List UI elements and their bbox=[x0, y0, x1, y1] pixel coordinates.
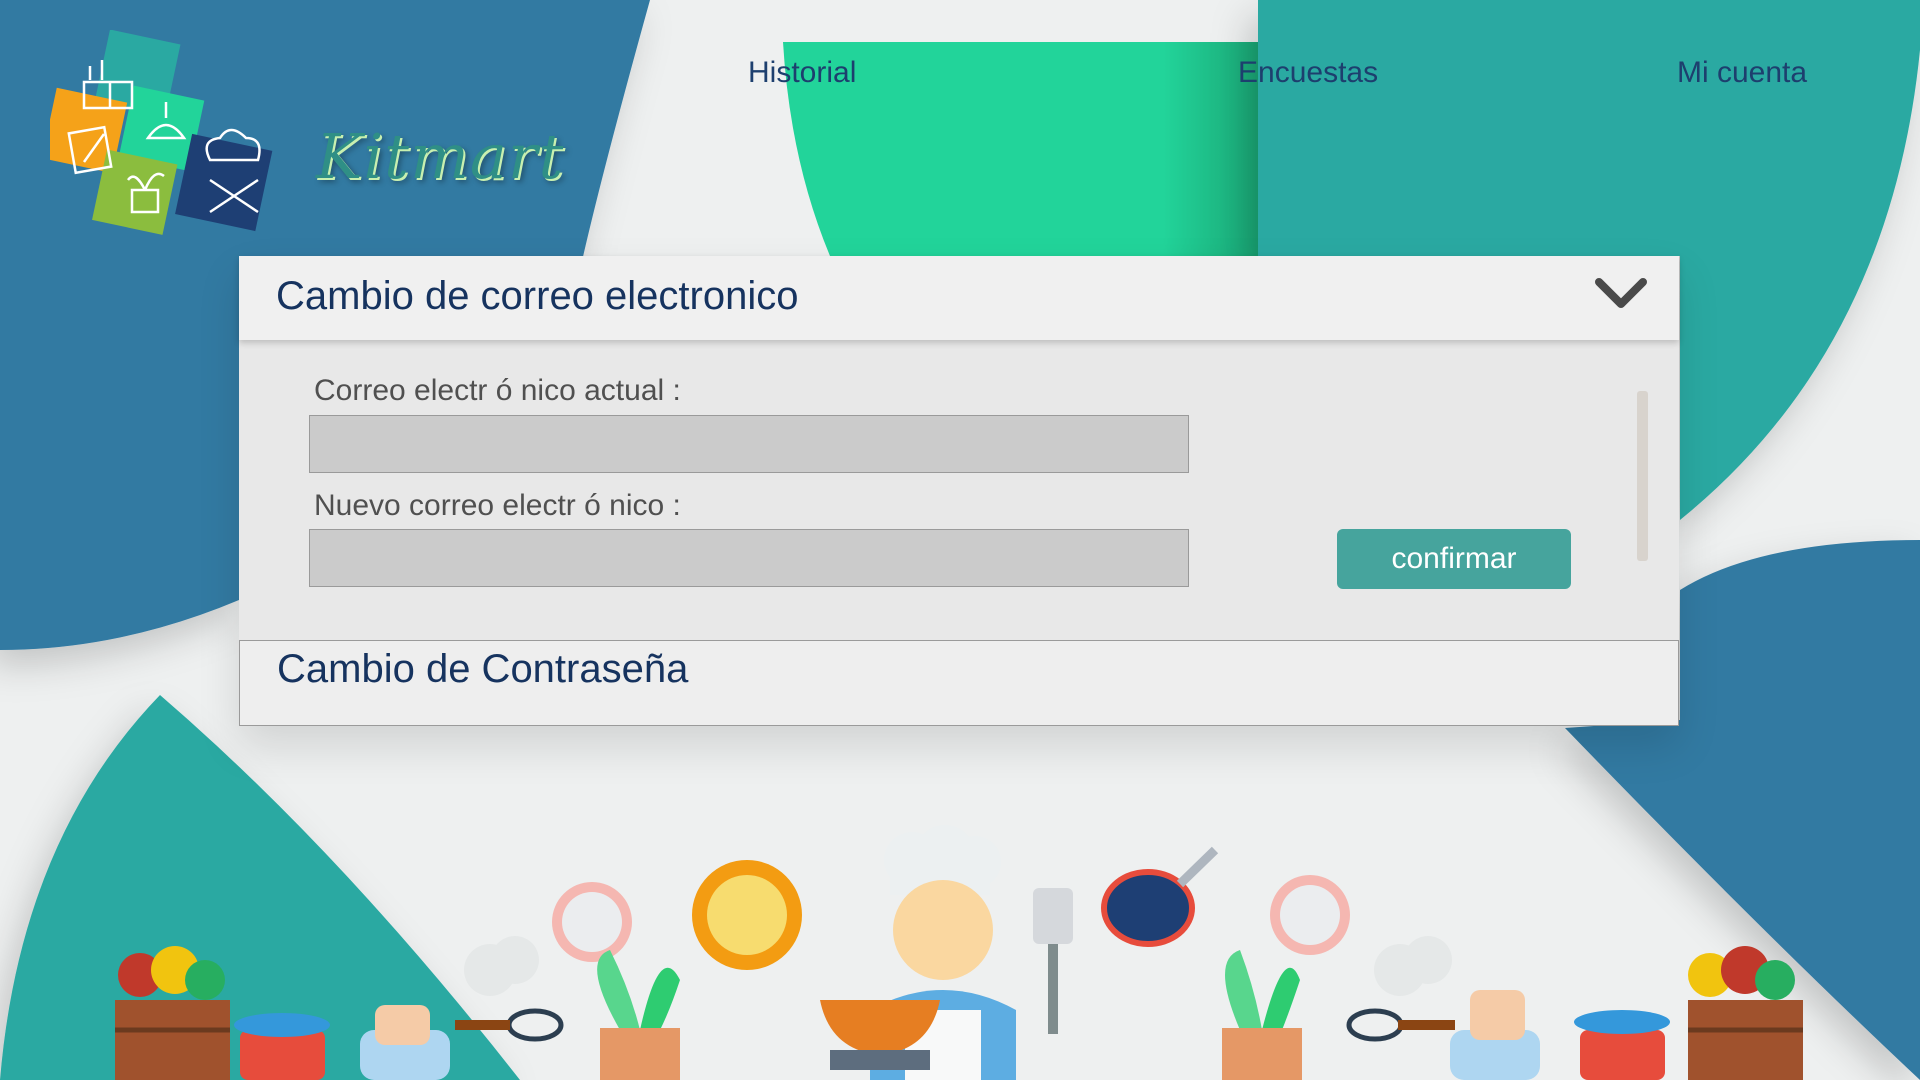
plant-icon bbox=[597, 950, 680, 1080]
nav-mi-cuenta[interactable]: Mi cuenta bbox=[1677, 56, 1807, 90]
whisk-icon bbox=[455, 1008, 564, 1042]
vegetable-crate-icon bbox=[1688, 946, 1803, 1080]
account-settings-panel: Cambio de correo electronico Correo elec… bbox=[239, 256, 1679, 726]
vegetable-crate-icon bbox=[115, 946, 230, 1080]
new-email-label: Nuevo correo electr ó nico : bbox=[314, 489, 681, 522]
email-section-title: Cambio de correo electronico bbox=[276, 274, 799, 318]
pot-icon bbox=[1574, 1010, 1670, 1080]
plate-icon bbox=[1270, 875, 1350, 955]
chef-hat-icon bbox=[464, 936, 539, 996]
brand-name: Kitmart bbox=[316, 120, 565, 193]
password-section-header[interactable]: Cambio de Contraseña bbox=[239, 640, 1679, 726]
plate-icon bbox=[552, 882, 632, 962]
brand-logo[interactable]: Kitmart bbox=[50, 30, 563, 240]
email-section-header[interactable]: Cambio de correo electronico bbox=[239, 256, 1679, 340]
chef-hat-icon bbox=[1374, 936, 1452, 996]
whisk-icon bbox=[1346, 1008, 1455, 1042]
toaster-icon bbox=[1450, 990, 1540, 1080]
chevron-down-icon[interactable] bbox=[1593, 276, 1649, 312]
pan-icon bbox=[1101, 846, 1219, 947]
toaster-icon bbox=[360, 1005, 450, 1080]
nav-encuestas[interactable]: Encuestas bbox=[1238, 56, 1378, 90]
confirm-button[interactable]: confirmar bbox=[1337, 529, 1571, 589]
nav-historial[interactable]: Historial bbox=[748, 56, 856, 90]
current-email-label: Correo electr ó nico actual : bbox=[314, 374, 681, 407]
pot-icon bbox=[234, 1013, 330, 1080]
plant-icon bbox=[1222, 950, 1302, 1080]
email-section-body: Correo electr ó nico actual : Nuevo corr… bbox=[239, 340, 1679, 640]
sun-icon bbox=[692, 860, 802, 970]
scrollbar[interactable] bbox=[1637, 391, 1648, 561]
current-email-input[interactable] bbox=[309, 415, 1189, 473]
password-section-title: Cambio de Contraseña bbox=[277, 647, 689, 691]
logo-tiles bbox=[50, 30, 273, 235]
kitchen-illustration bbox=[115, 825, 1803, 1080]
new-email-input[interactable] bbox=[309, 529, 1189, 587]
wok-icon bbox=[820, 1000, 940, 1070]
spatula-icon bbox=[1033, 888, 1073, 1034]
